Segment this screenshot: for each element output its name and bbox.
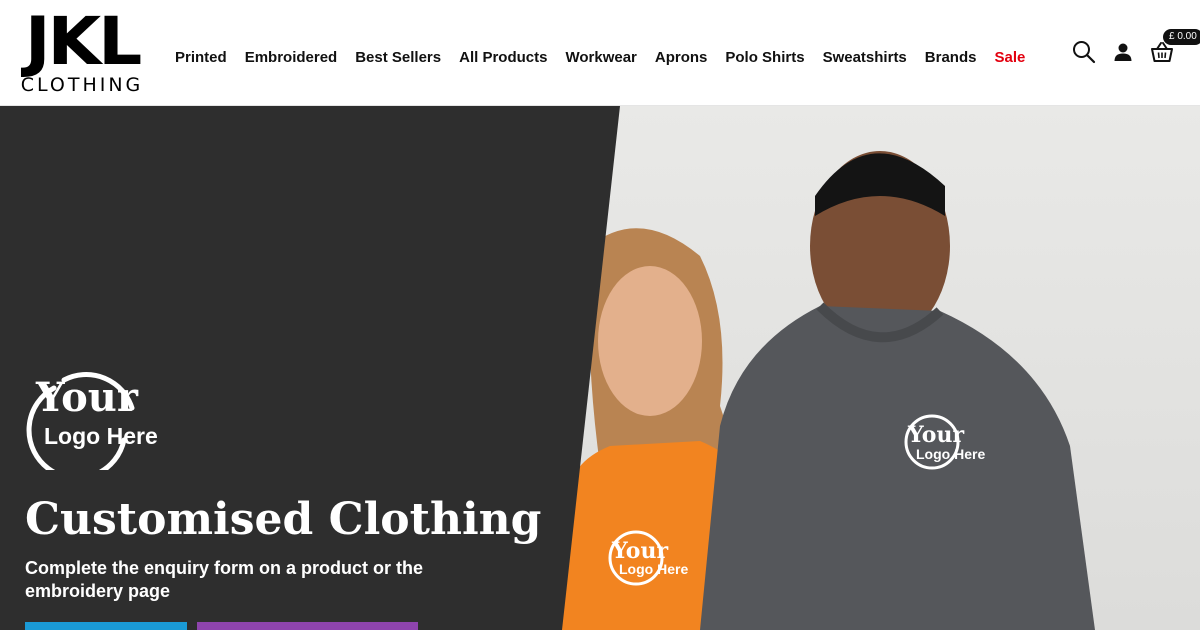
header-actions: £ 0.00 — [1050, 0, 1200, 106]
hero-dark-panel — [0, 106, 620, 630]
hero-logo-line1: Your — [36, 374, 138, 421]
brand-logo[interactable]: JKL CLOTHING — [12, 9, 152, 97]
brand-name: JKL — [24, 3, 142, 80]
nav-aprons[interactable]: Aprons — [646, 46, 717, 70]
nav-embroidered[interactable]: Embroidered — [236, 46, 347, 70]
search-icon[interactable] — [1072, 40, 1096, 64]
hero-logo-placeholder: Your Logo Here — [24, 368, 164, 481]
cart-total-badge[interactable]: £ 0.00 — [1163, 29, 1200, 45]
hero-primary-button[interactable] — [25, 622, 187, 630]
nav-polo-shirts[interactable]: Polo Shirts — [716, 46, 813, 70]
hero-logo-line2: Logo Here — [44, 423, 158, 449]
hero-title: Customised Clothing — [25, 494, 542, 545]
nav-brands[interactable]: Brands — [916, 46, 986, 70]
hero-banner: Your Logo Here Your Logo Here Your Logo … — [0, 106, 1200, 630]
nav-sale[interactable]: Sale — [985, 46, 1034, 70]
nav-all-products[interactable]: All Products — [450, 46, 556, 70]
hero-secondary-button[interactable] — [197, 622, 418, 630]
main-nav: Printed Embroidered Best Sellers All Pro… — [166, 46, 1034, 70]
nav-printed[interactable]: Printed — [166, 46, 236, 70]
hero-subtitle: Complete the enquiry form on a product o… — [25, 558, 424, 601]
nav-best-sellers[interactable]: Best Sellers — [346, 46, 450, 70]
nav-workwear[interactable]: Workwear — [556, 46, 645, 70]
user-icon[interactable] — [1113, 42, 1133, 62]
nav-sweatshirts[interactable]: Sweatshirts — [814, 46, 916, 70]
site-header: JKL CLOTHING Printed Embroidered Best Se… — [0, 0, 1200, 106]
